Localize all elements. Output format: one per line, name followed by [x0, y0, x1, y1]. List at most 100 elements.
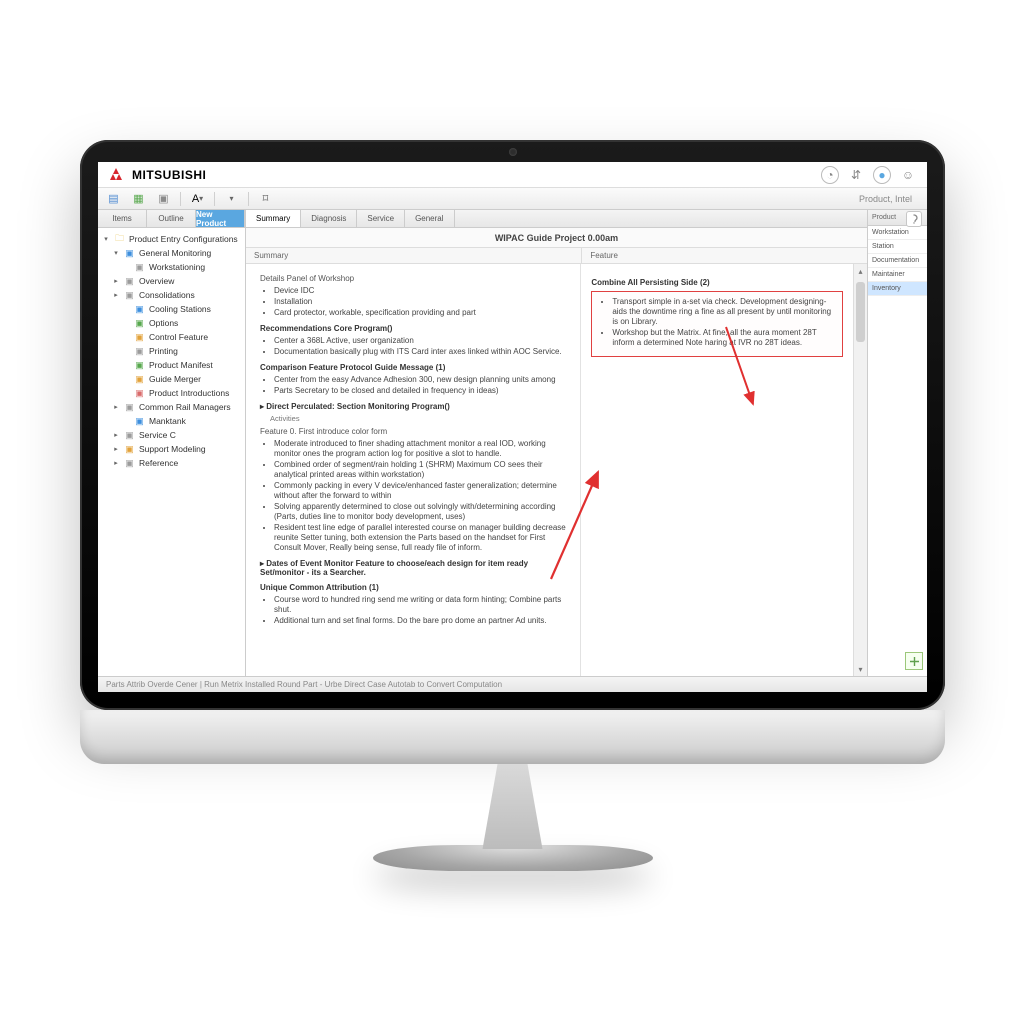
tree-item[interactable]: ▣Control Feature: [100, 330, 243, 344]
tree-item[interactable]: ▸▣Reference: [100, 456, 243, 470]
sheet-icon[interactable]: ▦: [130, 190, 147, 207]
section-heading: ▸ Direct Perculated: Section Monitoring …: [260, 402, 568, 411]
tree-item[interactable]: ▸▣Support Modeling: [100, 442, 243, 456]
info-panel: Product WorkstationStationDocumentationM…: [867, 210, 927, 676]
expander-icon[interactable]: [122, 263, 130, 271]
magnet-icon[interactable]: ⌑: [257, 190, 274, 207]
clock-icon[interactable]: ◔: [821, 166, 839, 184]
scroll-up-icon[interactable]: ▴: [854, 264, 867, 278]
tree-item[interactable]: ▣Product Manifest: [100, 358, 243, 372]
scroll-thumb[interactable]: [856, 282, 865, 342]
tree-item[interactable]: ▸▣Common Rail Managers: [100, 400, 243, 414]
scroll-down-icon[interactable]: ▾: [854, 662, 867, 676]
file-icon[interactable]: ▤: [105, 190, 122, 207]
tree-item[interactable]: ▸ ▣ Consolidations: [100, 288, 243, 302]
tree-item-label: Guide Merger: [149, 374, 201, 384]
refresh-icon[interactable]: ●: [873, 166, 891, 184]
green-icon: ▣: [134, 360, 145, 371]
bullet-item: Device IDC: [274, 286, 568, 296]
expander-icon[interactable]: [122, 361, 130, 369]
gray-icon: ▣: [134, 346, 145, 357]
tree-item-label: Manktank: [149, 416, 186, 426]
info-panel-item[interactable]: Inventory: [868, 282, 927, 296]
expander-icon[interactable]: ▾: [112, 249, 120, 257]
database-icon[interactable]: ▣: [155, 190, 172, 207]
separator: [214, 192, 215, 206]
bullet-item: Resident test line edge of parallel inte…: [274, 523, 568, 553]
gray-icon: ▣: [134, 262, 145, 273]
sidebar: ItemsOutlineNew Product ▾🗀Product Entry …: [98, 210, 246, 676]
expander-icon[interactable]: [122, 333, 130, 341]
tree-item-label: Workstationing: [149, 262, 205, 272]
tree-item[interactable]: ▣Options: [100, 316, 243, 330]
gray-icon: ▣: [124, 290, 135, 301]
separator: [180, 192, 181, 206]
chevron-down-icon[interactable]: ▾: [223, 190, 240, 207]
tree-item-label: Service C: [139, 430, 176, 440]
expander-icon[interactable]: ▸: [112, 459, 120, 467]
tree-item[interactable]: ▣Product Introductions: [100, 386, 243, 400]
main-tab[interactable]: General: [405, 210, 454, 227]
highlight-box: Transport simple in a-set via check. Dev…: [591, 291, 843, 357]
separator: [248, 192, 249, 206]
bullet-item: Additional turn and set final forms. Do …: [274, 616, 568, 626]
tree-item[interactable]: ▾▣General Monitoring: [100, 246, 243, 260]
expander-icon[interactable]: ▸: [112, 445, 120, 453]
main-tab[interactable]: Diagnosis: [301, 210, 357, 227]
tree-item[interactable]: ▣ Workstationing: [100, 260, 243, 274]
main-panel: SummaryDiagnosisServiceGeneral WIPAC Gui…: [246, 210, 867, 676]
info-panel-item[interactable]: Maintainer: [868, 268, 927, 282]
tree-item[interactable]: ▣ Printing: [100, 344, 243, 358]
share-icon[interactable]: ⇵: [847, 166, 865, 184]
statusbar-text: Parts Attrib Overde Cener | Run Metrix I…: [106, 680, 502, 689]
toolbar: ▤ ▦ ▣ A▾ ▾ ⌑ Product, Intel: [98, 188, 927, 210]
expander-icon[interactable]: ▾: [102, 235, 110, 243]
tree-item-label: Support Modeling: [139, 444, 206, 454]
section-subheading: Activities: [270, 414, 568, 423]
sidebar-tab[interactable]: Outline: [147, 210, 196, 227]
bullet-item: Workshop but the Matrix. At fine, all th…: [612, 328, 836, 348]
gray-icon: ▣: [124, 458, 135, 469]
expander-icon[interactable]: [122, 305, 130, 313]
expander-icon[interactable]: [122, 375, 130, 383]
tree-item[interactable]: ▸▣Overview: [100, 274, 243, 288]
vertical-scrollbar[interactable]: ▴ ▾: [853, 264, 867, 676]
folder-icon: 🗀: [114, 234, 125, 245]
tree-item[interactable]: ▸▣Service C: [100, 428, 243, 442]
bullet-item: Commonly packing in every V device/enhan…: [274, 481, 568, 501]
main-tab[interactable]: Summary: [246, 210, 301, 227]
section-subheading: Feature 0. First introduce color form: [260, 427, 568, 436]
column-header-summary: Summary: [246, 248, 581, 263]
help-button[interactable]: [906, 211, 922, 227]
tree-item[interactable]: ▣Manktank: [100, 414, 243, 428]
section-heading: Recommendations Core Program(): [260, 324, 568, 333]
expander-icon[interactable]: [122, 319, 130, 327]
info-panel-item[interactable]: Documentation: [868, 254, 927, 268]
expander-icon[interactable]: [122, 417, 130, 425]
camera-dot: [509, 148, 517, 156]
column-header-feature: Feature: [581, 248, 867, 263]
sidebar-tab[interactable]: New Product: [196, 210, 245, 227]
tree-item-label: Printing: [149, 346, 178, 356]
tree-item[interactable]: ▾🗀Product Entry Configurations: [100, 232, 243, 246]
corner-tool-button[interactable]: [905, 652, 923, 670]
expander-icon[interactable]: [122, 389, 130, 397]
document-title: WIPAC Guide Project 0.00am: [246, 228, 867, 248]
user-icon[interactable]: ☺: [899, 166, 917, 184]
expander-icon[interactable]: ▸: [112, 277, 120, 285]
bullet-item: Installation: [274, 297, 568, 307]
expander-icon[interactable]: ▸: [112, 403, 120, 411]
tree-item-label: Consolidations: [139, 290, 195, 300]
info-panel-item[interactable]: Station: [868, 240, 927, 254]
breadcrumb: Product, Intel: [859, 194, 920, 204]
expander-icon[interactable]: [122, 347, 130, 355]
tree-item[interactable]: ▣Guide Merger: [100, 372, 243, 386]
blue-icon: ▣: [124, 248, 135, 259]
sidebar-tab[interactable]: Items: [98, 210, 147, 227]
expander-icon[interactable]: ▸: [112, 291, 120, 299]
main-tab[interactable]: Service: [357, 210, 405, 227]
tree-item[interactable]: ▣Cooling Stations: [100, 302, 243, 316]
dropdown-a-icon[interactable]: A▾: [189, 190, 206, 207]
info-panel-item[interactable]: Workstation: [868, 226, 927, 240]
expander-icon[interactable]: ▸: [112, 431, 120, 439]
